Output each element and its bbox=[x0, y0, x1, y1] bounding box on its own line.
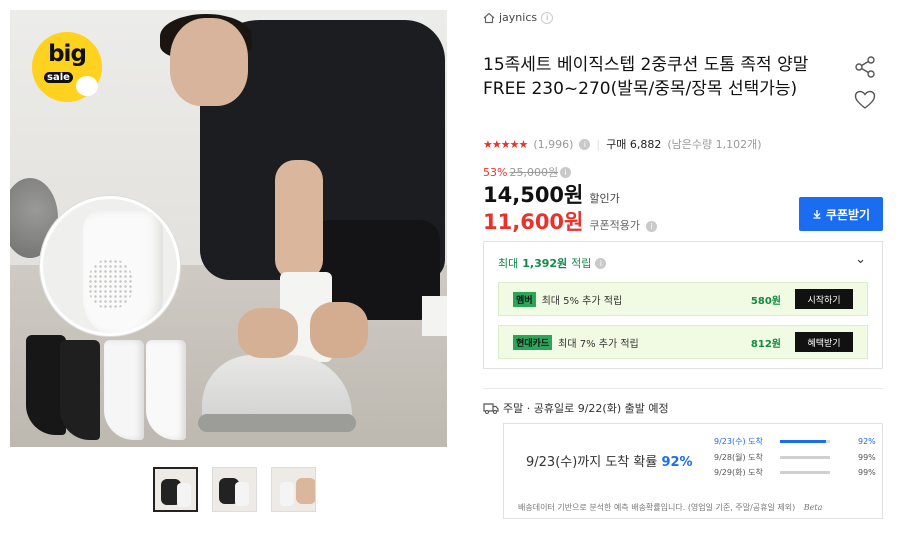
coupon-price-label: 쿠폰적용가 bbox=[589, 219, 640, 232]
thumb-shape bbox=[177, 483, 191, 507]
prob-row-2: 9/28(월) 도착 99% bbox=[714, 452, 876, 463]
reward-row-member: 멤버 최대 5% 추가 적립 580원 시작하기 bbox=[498, 282, 868, 316]
reward-max-amount: 1,392원 bbox=[522, 257, 568, 270]
white-sock-1 bbox=[104, 340, 144, 440]
reward-row-amount: 812원 bbox=[750, 338, 781, 350]
shipping-header: 주말 · 공휴일로 9/22(화) 출발 예정 bbox=[483, 400, 669, 416]
thumb-shape bbox=[280, 482, 294, 506]
delivery-main-text: 9/23(수)까지 도착 확률 bbox=[526, 455, 658, 470]
beta-label: Beta bbox=[803, 503, 823, 512]
prob-pct: 99% bbox=[858, 468, 876, 477]
reward-row-text: 최대 5% 추가 적립 bbox=[541, 295, 623, 307]
download-icon bbox=[813, 210, 821, 219]
delivery-probability-box: 9/23(수)까지 도착 확률 92% 9/23(수) 도착 92% 9/28(… bbox=[503, 423, 883, 519]
thumbnail-strip bbox=[153, 467, 316, 512]
prob-date: 9/28(월) 도착 bbox=[714, 453, 763, 462]
prob-row-1: 9/23(수) 도착 92% bbox=[714, 436, 876, 447]
seller-name: jaynics bbox=[499, 11, 538, 24]
original-price: 25,000원 bbox=[509, 166, 559, 179]
chevron-down-icon[interactable]: ⌄ bbox=[855, 252, 866, 267]
seller-info-icon[interactable]: i bbox=[541, 11, 554, 24]
thumbnail-1[interactable] bbox=[153, 467, 198, 512]
product-main-image[interactable]: big sale bbox=[10, 10, 447, 447]
delivery-main-pct: 92% bbox=[661, 455, 693, 470]
separator: | bbox=[596, 137, 601, 151]
white-sock-2 bbox=[146, 340, 186, 440]
sale-price-row: 14,500원 할인가 bbox=[483, 179, 620, 209]
prob-date: 9/29(화) 도착 bbox=[714, 468, 763, 477]
sale-price-label: 할인가 bbox=[589, 192, 620, 205]
prob-bar bbox=[780, 440, 830, 443]
photo-hand-left bbox=[238, 308, 298, 358]
thumbnail-2[interactable] bbox=[212, 467, 257, 512]
prob-bar-fill bbox=[780, 440, 826, 443]
thumbnail-3[interactable] bbox=[271, 467, 316, 512]
shipping-header-text: 주말 · 공휴일로 9/22(화) 출발 예정 bbox=[503, 402, 669, 415]
truck-icon bbox=[483, 403, 499, 414]
purchase-count: 구매 6,882 bbox=[606, 138, 662, 151]
product-title: 15족세트 베이직스텝 2중쿠션 도톰 족적 양말 FREE 230~270(발… bbox=[483, 55, 809, 99]
store-home-icon bbox=[483, 12, 495, 23]
prob-bar bbox=[780, 471, 830, 474]
sock-detail-zoom bbox=[40, 196, 180, 336]
share-icon[interactable] bbox=[853, 55, 877, 79]
prob-pct: 92% bbox=[858, 437, 876, 446]
prob-bar-fill bbox=[780, 456, 830, 459]
delivery-note-text: 배송데이터 기반으로 분석한 예측 배송확률입니다. (영업일 기준, 주말/공… bbox=[518, 503, 796, 512]
coupon-price-row: 11,600원 쿠폰적용가 i bbox=[483, 206, 657, 236]
review-count[interactable]: (1,996) bbox=[533, 138, 573, 151]
start-member-button[interactable]: 시작하기 bbox=[795, 289, 853, 309]
coupon-info-icon[interactable]: i bbox=[645, 221, 657, 232]
thumb-shape bbox=[235, 482, 249, 506]
photo-hand-right bbox=[310, 302, 368, 358]
get-benefit-button[interactable]: 혜택받기 bbox=[795, 332, 853, 352]
seller-link[interactable]: jaynics i bbox=[483, 11, 554, 24]
photo-leg bbox=[275, 160, 323, 280]
discount-percent: 53% bbox=[483, 165, 508, 179]
rating-info-icon[interactable]: i bbox=[579, 138, 591, 150]
get-coupon-button[interactable]: 쿠폰받기 bbox=[799, 197, 883, 231]
prob-date: 9/23(수) 도착 bbox=[714, 437, 763, 446]
card-tag: 현대카드 bbox=[513, 334, 553, 350]
price-info-icon[interactable]: i bbox=[560, 166, 572, 178]
black-sock-2 bbox=[60, 340, 100, 440]
prob-row-3: 9/29(화) 도착 99% bbox=[714, 467, 876, 478]
heart-icon[interactable] bbox=[853, 88, 877, 112]
member-tag: 멤버 bbox=[513, 291, 536, 307]
photo-head bbox=[170, 18, 248, 106]
bunny-icon bbox=[76, 76, 98, 96]
reward-row-card: 현대카드 최대 7% 추가 적립 812원 혜택받기 bbox=[498, 325, 868, 359]
sale-price: 14,500원 bbox=[483, 183, 584, 207]
reward-panel: 최대 1,392원 적립 i ⌄ 멤버 최대 5% 추가 적립 580원 시작하… bbox=[483, 241, 883, 369]
divider bbox=[483, 388, 883, 389]
coupon-price: 11,600원 bbox=[483, 210, 584, 234]
rating-stars: ★★★★★ bbox=[483, 137, 528, 151]
prob-bar-fill bbox=[780, 471, 830, 474]
big-sale-badge: big sale bbox=[32, 32, 102, 102]
thumb-shape bbox=[296, 478, 315, 504]
delivery-main: 9/23(수)까지 도착 확률 92% bbox=[526, 451, 693, 470]
reward-row-amount: 580원 bbox=[750, 295, 781, 307]
delivery-note: 배송데이터 기반으로 분석한 예측 배송확률입니다. (영업일 기준, 주말/공… bbox=[518, 502, 822, 513]
product-page: big sale jaynics i 15족세트 베이직스텝 2중쿠션 도톰 족… bbox=[0, 0, 900, 534]
zoom-cushion-texture bbox=[88, 259, 133, 309]
photo-sneaker-sole bbox=[198, 414, 356, 432]
reward-header: 최대 1,392원 적립 i bbox=[498, 255, 607, 271]
big-sale-badge-sale: sale bbox=[44, 72, 73, 83]
remaining-qty: (남은수량 1,102개) bbox=[667, 138, 762, 151]
reward-max-suffix: 적립 bbox=[571, 257, 592, 270]
reward-row-text: 최대 7% 추가 적립 bbox=[558, 338, 639, 350]
rating-row: ★★★★★ (1,996) i | 구매 6,882 (남은수량 1,102개) bbox=[483, 136, 762, 152]
get-coupon-label: 쿠폰받기 bbox=[825, 207, 871, 222]
photo-sock-right bbox=[422, 296, 447, 336]
big-sale-badge-big: big bbox=[48, 41, 87, 67]
discount-row: 53% 25,000원 i bbox=[483, 164, 572, 180]
reward-max-prefix: 최대 bbox=[498, 257, 519, 270]
reward-info-icon[interactable]: i bbox=[595, 257, 607, 269]
prob-bar bbox=[780, 456, 830, 459]
prob-pct: 99% bbox=[858, 453, 876, 462]
